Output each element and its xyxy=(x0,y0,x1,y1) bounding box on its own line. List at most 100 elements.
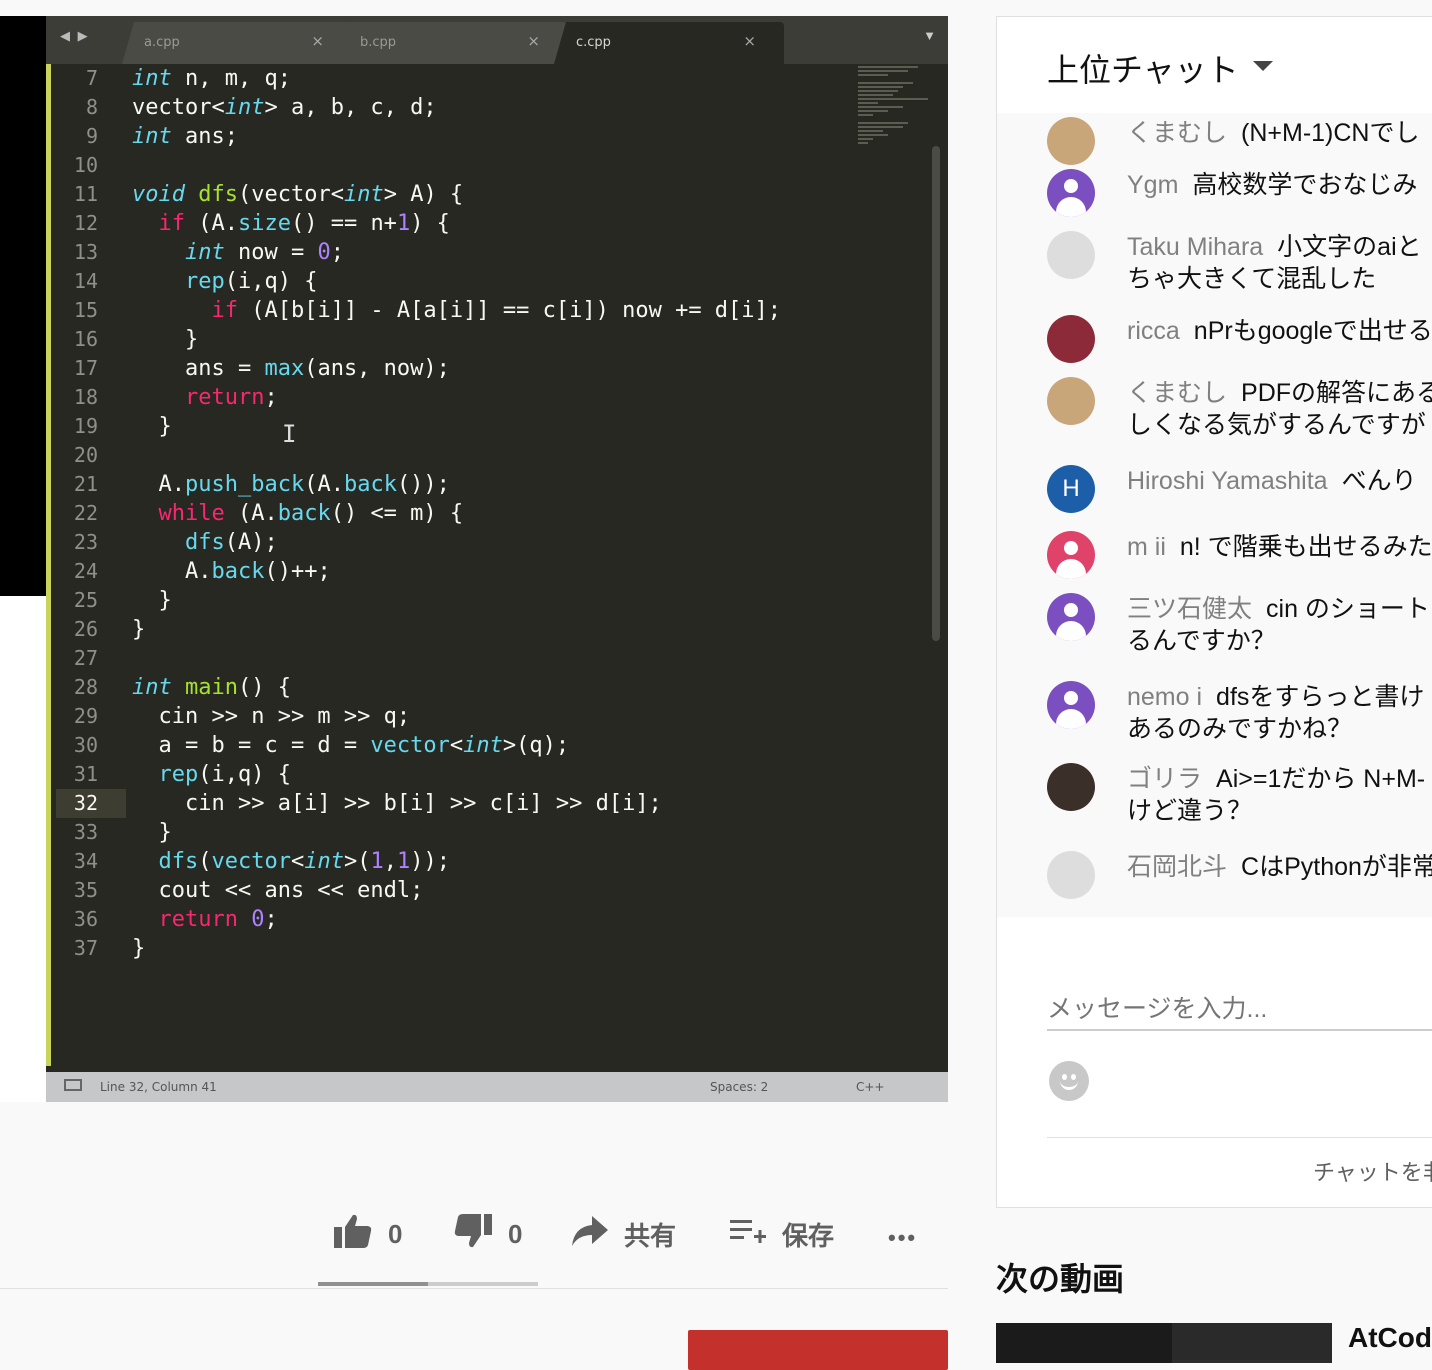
message-author[interactable]: ゴリラ xyxy=(1127,765,1202,793)
avatar[interactable] xyxy=(1047,169,1095,217)
message-author[interactable]: 石岡北斗 xyxy=(1127,853,1227,881)
video-player[interactable]: ◀ ▶ a.cpp × b.cpp × c.cpp × ▼ 7 8 9 10 11 12 1… xyxy=(0,16,948,1102)
line-number: 35 xyxy=(73,878,98,902)
code-line: return 0; xyxy=(158,907,278,932)
message-body: 高校数学でおなじみ xyxy=(1192,171,1418,199)
code-line: int main() { xyxy=(132,675,291,700)
minimap-line xyxy=(858,114,873,116)
message-text: nemo i dfsをすらっと書け あるのみですかね？ xyxy=(1127,681,1432,745)
message-text: Taku Mihara 小文字のaiとちゃ大きくて混乱した xyxy=(1127,231,1432,295)
avatar[interactable] xyxy=(1047,231,1095,279)
message-body: PDFの解答にある xyxy=(1241,379,1432,407)
tab-label: c.cpp xyxy=(576,35,611,50)
dislike-button[interactable]: 0 xyxy=(454,1206,522,1262)
minimap xyxy=(858,64,938,174)
save-label: 保存 xyxy=(782,1220,835,1251)
editor-tab-bar: ◀ ▶ a.cpp × b.cpp × c.cpp × ▼ xyxy=(46,16,948,64)
chat-mode-title[interactable]: 上位チャット xyxy=(1047,45,1239,91)
message-body-continued: るんですか？ xyxy=(1127,627,1276,655)
subscribe-button[interactable] xyxy=(688,1330,948,1370)
code-line: int ans; xyxy=(132,124,238,149)
message-text: Ygm 高校数学でおなじみ xyxy=(1127,169,1432,201)
share-button[interactable]: 共有 xyxy=(572,1206,676,1262)
message-body-continued: けど違う？ xyxy=(1127,797,1253,825)
message-author[interactable]: Ygm xyxy=(1127,171,1178,199)
chat-message-input[interactable] xyxy=(1047,989,1432,1031)
message-author[interactable]: nemo i xyxy=(1127,683,1202,711)
code-line: } xyxy=(132,936,146,961)
avatar[interactable] xyxy=(1047,377,1095,425)
share-arrow-icon xyxy=(572,1215,608,1253)
more-actions-icon[interactable]: ••• xyxy=(888,1210,917,1266)
thumbs-down-icon xyxy=(454,1213,492,1255)
message-text: くまむし PDFの解答にある しくなる気がするんですが xyxy=(1127,377,1432,441)
minimap-line xyxy=(858,86,903,88)
code-line: vector<int> a, b, c, d; xyxy=(132,95,437,120)
thumbs-up-icon xyxy=(334,1214,372,1255)
line-number: 20 xyxy=(73,443,98,467)
message-body: nPrもgoogleで出せる xyxy=(1193,317,1432,345)
message-body: (N+M-1)CNでし xyxy=(1241,119,1420,147)
like-dislike-bar xyxy=(318,1282,538,1286)
avatar[interactable]: H xyxy=(1047,465,1095,513)
divider xyxy=(0,1288,948,1289)
tab-nav-arrows-icon: ◀ ▶ xyxy=(60,28,90,43)
avatar[interactable] xyxy=(1047,681,1095,729)
avatar[interactable] xyxy=(1047,763,1095,811)
code-editor: ◀ ▶ a.cpp × b.cpp × c.cpp × ▼ 7 8 9 10 11 12 1… xyxy=(46,16,948,1102)
gutter-indicator xyxy=(46,64,51,1066)
panel-icon xyxy=(64,1079,82,1091)
message-body: 小文字のaiと xyxy=(1277,233,1422,261)
line-number: 22 xyxy=(73,501,98,525)
code-line: cin >> a[i] >> b[i] >> c[i] >> d[i]; xyxy=(132,791,662,816)
like-button[interactable]: 0 xyxy=(334,1206,402,1262)
playlist-add-icon xyxy=(730,1218,766,1251)
video-letterbox xyxy=(0,596,46,1102)
code-line: a = b = c = d = vector<int>(q); xyxy=(132,733,570,758)
message-author[interactable]: Taku Mihara xyxy=(1127,233,1263,261)
line-number: 15 xyxy=(73,298,98,322)
line-number: 14 xyxy=(73,269,98,293)
code-area: int n, m, q; vector<int> a, b, c, d; int a… xyxy=(132,64,872,963)
message-body-continued: ちゃ大きくて混乱した xyxy=(1127,265,1377,293)
avatar[interactable] xyxy=(1047,315,1095,363)
code-line: int n, m, q; xyxy=(132,66,291,91)
minimap-line xyxy=(858,94,893,96)
message-author[interactable]: くまむし xyxy=(1127,379,1227,407)
tab-label: b.cpp xyxy=(360,35,397,50)
save-button[interactable]: 保存 xyxy=(730,1206,834,1262)
code-line: dfs(vector<int>(1,1)); xyxy=(158,849,450,874)
chat-message-list[interactable]: くまむし (N+M-1)CNでし Ygm 高校数学でおなじみ Taku Mihara 小文… xyxy=(997,113,1432,917)
code-line: ans = max(ans, now); xyxy=(132,356,450,381)
tab-label: a.cpp xyxy=(144,35,180,50)
line-number: 26 xyxy=(73,617,98,641)
emoji-icon[interactable] xyxy=(1049,1061,1089,1101)
avatar[interactable] xyxy=(1047,851,1095,899)
code-line: } xyxy=(132,617,146,642)
line-number: 27 xyxy=(73,646,98,670)
message-author[interactable]: Hiroshi Yamashita xyxy=(1127,467,1328,495)
avatar[interactable] xyxy=(1047,531,1095,579)
hide-chat-button[interactable]: チャットを非 xyxy=(1313,1155,1432,1187)
next-video-thumbnail[interactable] xyxy=(996,1323,1332,1363)
message-text: ricca nPrもgoogleで出せる xyxy=(1127,315,1432,347)
line-number: 30 xyxy=(73,733,98,757)
message-text: 三ツ石健太 cin のショート るんですか？ xyxy=(1127,593,1432,657)
line-number: 8 xyxy=(85,95,98,119)
message-author[interactable]: 三ツ石健太 xyxy=(1127,595,1252,623)
message-author[interactable]: m ii xyxy=(1127,533,1166,561)
text-cursor-icon: I xyxy=(282,420,297,448)
chevron-down-icon[interactable] xyxy=(1253,61,1273,71)
next-video-title[interactable]: AtCode xyxy=(1348,1322,1432,1354)
message-author[interactable]: ricca xyxy=(1127,317,1180,345)
message-author[interactable]: くまむし xyxy=(1127,119,1227,147)
message-body: CはPythonが非常 xyxy=(1241,853,1432,881)
code-line: } xyxy=(132,414,172,439)
avatar[interactable] xyxy=(1047,117,1095,165)
line-number: 31 xyxy=(73,762,98,786)
avatar[interactable] xyxy=(1047,593,1095,641)
code-line: void dfs(vector<int> A) { xyxy=(132,182,464,207)
message-body: べんり xyxy=(1341,467,1417,495)
code-line: if (A.size() == n+1) { xyxy=(158,211,450,236)
